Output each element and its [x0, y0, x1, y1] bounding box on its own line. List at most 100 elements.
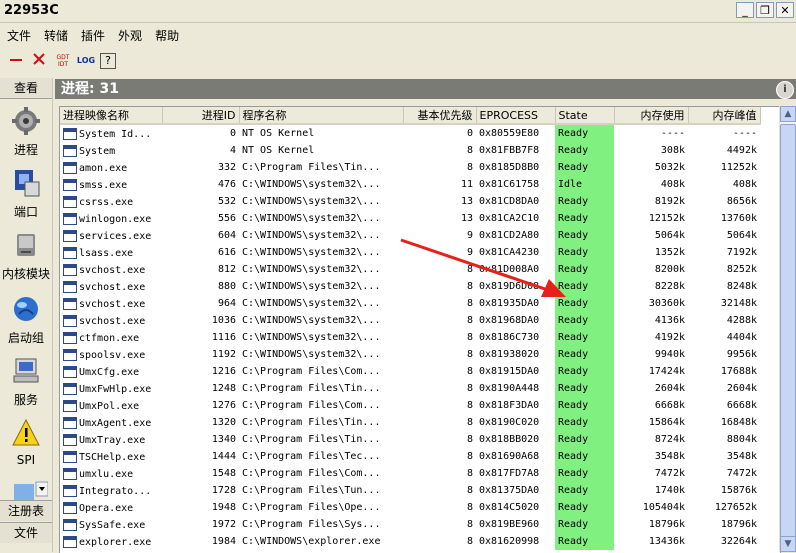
table-row[interactable]: svchost.exe 812 C:\WINDOWS\system32\... 8 0x…	[60, 261, 760, 278]
process-name: UmxPol.exe	[79, 400, 140, 412]
row-program: C:\WINDOWS\explorer.exe	[242, 536, 381, 547]
table-row[interactable]: UmxFwHlp.exe 1248 C:\Program Files\Tin... 8…	[60, 380, 760, 397]
toolbar: GDT IDT LOG ?	[0, 48, 796, 74]
process-name: UmxTray.exe	[79, 434, 146, 446]
row-name: TSCHelp.exe	[60, 448, 162, 465]
table-row[interactable]: amon.exe 332 C:\Program Files\Tin... 8 0x818…	[60, 159, 760, 176]
row-name: ctfmon.exe	[60, 329, 162, 346]
table-row[interactable]: lsass.exe 616 C:\WINDOWS\system32\... 9 0x81…	[60, 244, 760, 261]
col-state[interactable]: State	[555, 107, 615, 125]
table-row[interactable]: csrss.exe 532 C:\WINDOWS\system32\... 13 0x8…	[60, 193, 760, 210]
sidebar-header[interactable]: 查看	[0, 78, 52, 99]
table-row[interactable]: UmxTray.exe 1340 C:\Program Files\Tin... 8 0…	[60, 431, 760, 448]
table-row[interactable]: svchost.exe 1036 C:\WINDOWS\system32\... 8 0…	[60, 312, 760, 329]
info-icon[interactable]: i	[776, 81, 794, 99]
sidebar-item-spi[interactable]: SPI	[0, 418, 52, 467]
col-priority[interactable]: 基本优先级	[403, 107, 477, 125]
log-button[interactable]: LOG	[76, 51, 96, 71]
minus-icon[interactable]	[6, 51, 26, 71]
table-row[interactable]: umxlu.exe 1548 C:\Program Files\Com... 8 0x8…	[60, 465, 760, 482]
table-row[interactable]: UmxAgent.exe 1320 C:\Program Files\Tin... 8…	[60, 414, 760, 431]
row-eprocess: 0x81915DA0	[479, 366, 540, 377]
table-row[interactable]: winlogon.exe 556 C:\WINDOWS\system32\... 13…	[60, 210, 760, 227]
table-row[interactable]: UmxCfg.exe 1216 C:\Program Files\Com... 8 0x…	[60, 363, 760, 380]
row-program: C:\WINDOWS\system32\...	[242, 230, 381, 241]
process-name: System	[79, 145, 116, 157]
table-row[interactable]: SysSafe.exe 1972 C:\Program Files\Sys... 8 0…	[60, 516, 760, 533]
col-eprocess[interactable]: EPROCESS	[476, 107, 556, 125]
table-row[interactable]: services.exe 604 C:\WINDOWS\system32\... 9 0…	[60, 227, 760, 244]
menu-plugins[interactable]: 插件	[74, 24, 111, 44]
delete-icon[interactable]	[29, 51, 49, 71]
row-mem-usage: 308k	[660, 145, 685, 156]
table-row[interactable]: svchost.exe 964 C:\WINDOWS\system32\... 8 0x…	[60, 295, 760, 312]
process-icon	[63, 467, 77, 480]
table-row[interactable]: spoolsv.exe 1192 C:\WINDOWS\system32\... 8 0…	[60, 346, 760, 363]
table-row[interactable]: TSCHelp.exe 1444 C:\Program Files\Tec... 8 0…	[60, 448, 760, 465]
row-state: Ready	[555, 516, 614, 533]
sidebar-registry[interactable]: 注册表	[0, 500, 52, 521]
row-mem-usage: 5032k	[654, 162, 685, 173]
table-row[interactable]: explorer.exe 1984 C:\WINDOWS\explorer.exe 8…	[60, 533, 760, 550]
col-pid[interactable]: 进程ID	[162, 107, 240, 125]
menu-appearance[interactable]: 外观	[111, 24, 148, 44]
row-mem-usage: 1740k	[654, 485, 685, 496]
table-row[interactable]: smss.exe 476 C:\WINDOWS\system32\... 11 0x81…	[60, 176, 760, 193]
col-program-name[interactable]: 程序名称	[239, 107, 404, 125]
table-row[interactable]: UmxPol.exe 1276 C:\Program Files\Com... 8 0x…	[60, 397, 760, 414]
sidebar-item-kernel-modules[interactable]: 内核模块	[0, 230, 52, 282]
table-row[interactable]: svchost.exe 880 C:\WINDOWS\system32\... 8 0x…	[60, 278, 760, 295]
row-program: C:\WINDOWS\system32\...	[242, 179, 381, 190]
col-mem-peak[interactable]: 内存峰值	[688, 107, 761, 125]
close-button[interactable]: ✕	[776, 2, 794, 18]
table-row[interactable]: Opera.exe 1948 C:\Program Files\Ope... 8 0x8…	[60, 499, 760, 516]
menu-file[interactable]: 文件	[0, 24, 37, 44]
row-state: Ready	[555, 312, 614, 329]
sidebar-item-more[interactable]	[0, 480, 52, 500]
row-mem-peak: 3548k	[726, 451, 757, 462]
vertical-scrollbar[interactable]: ▲ ▼	[779, 106, 796, 552]
table-row[interactable]: ctfmon.exe 1116 C:\WINDOWS\system32\... 8 0x…	[60, 329, 760, 346]
row-priority: 8	[466, 162, 473, 173]
gdt-idt-button[interactable]: GDT IDT	[53, 51, 73, 71]
row-state: Ready	[555, 278, 614, 295]
row-pid: 616	[217, 247, 236, 258]
sidebar-item-services[interactable]: 服务	[0, 356, 52, 408]
network-icon	[15, 170, 40, 197]
row-name: UmxCfg.exe	[60, 363, 162, 380]
sidebar-item-startup[interactable]: 启动组	[0, 294, 52, 346]
warning-icon	[12, 418, 40, 446]
row-program: C:\Program Files\Tec...	[242, 451, 381, 462]
row-name: SysSafe.exe	[60, 516, 162, 533]
col-mem-usage[interactable]: 内存使用	[614, 107, 689, 125]
process-icon	[63, 348, 77, 361]
row-program: C:\Program Files\Com...	[242, 366, 381, 377]
minimize-button[interactable]: _	[736, 2, 754, 18]
menu-help[interactable]: 帮助	[148, 24, 185, 44]
scroll-up-icon[interactable]: ▲	[780, 106, 796, 122]
col-image-name[interactable]: 进程映像名称	[60, 107, 163, 125]
sidebar-item-ports[interactable]: 端口	[0, 168, 52, 220]
table-row[interactable]: Integrato... 1728 C:\Program Files\Tun... 8…	[60, 482, 760, 499]
restore-button[interactable]: ❐	[756, 2, 774, 18]
row-pid: 1276	[211, 400, 236, 411]
row-eprocess: 0x818BB020	[479, 434, 540, 445]
sidebar-file[interactable]: 文件	[0, 522, 52, 543]
scroll-down-icon[interactable]: ▼	[780, 536, 796, 552]
help-icon[interactable]: ?	[100, 53, 116, 69]
process-icon	[63, 280, 77, 293]
table-row[interactable]: System Id... 0 NT OS Kernel 0 0x80559E80 Read…	[60, 124, 760, 142]
menu-dump[interactable]: 转储	[37, 24, 74, 44]
sidebar: 查看 进程 端口 内核模块 启动组 服务 SPI 注册表 文件	[0, 78, 53, 552]
row-priority: 9	[466, 230, 473, 241]
table-row[interactable]: System 4 NT OS Kernel 8 0x81FBB7F8 Ready 308k 4…	[60, 142, 760, 159]
row-mem-peak: 4288k	[726, 315, 757, 326]
process-name: ctfmon.exe	[79, 332, 140, 344]
row-state: Ready	[555, 142, 614, 159]
gdt-label: GDT	[56, 54, 70, 61]
sidebar-item-process[interactable]: 进程	[0, 106, 52, 158]
sidebar-item-label: 端口	[13, 205, 38, 219]
process-icon	[63, 535, 77, 548]
scroll-thumb[interactable]	[780, 124, 796, 544]
process-icon	[63, 314, 77, 327]
